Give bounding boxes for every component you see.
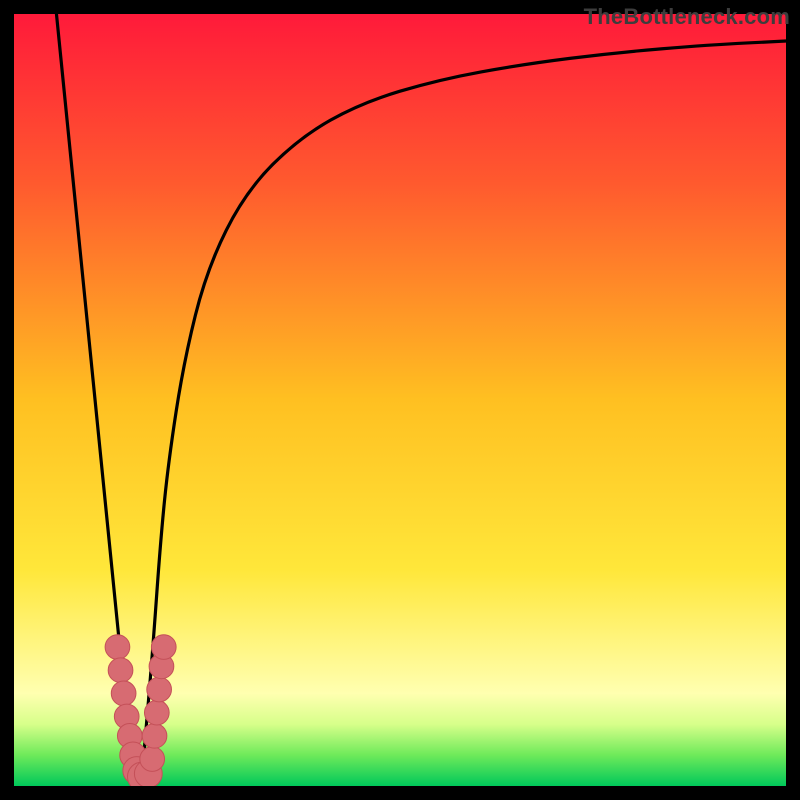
marker-dot [140,747,165,772]
marker-dot [142,723,167,748]
marker-dot [147,677,172,702]
marker-dot [105,635,130,660]
marker-dot [108,658,133,683]
marker-dot [144,700,169,725]
marker-dot [151,635,176,660]
watermark-label: TheBottleneck.com [584,4,790,30]
marker-dot [111,681,136,706]
chart-stage: TheBottleneck.com [0,0,800,800]
bottleneck-plot [14,14,786,786]
